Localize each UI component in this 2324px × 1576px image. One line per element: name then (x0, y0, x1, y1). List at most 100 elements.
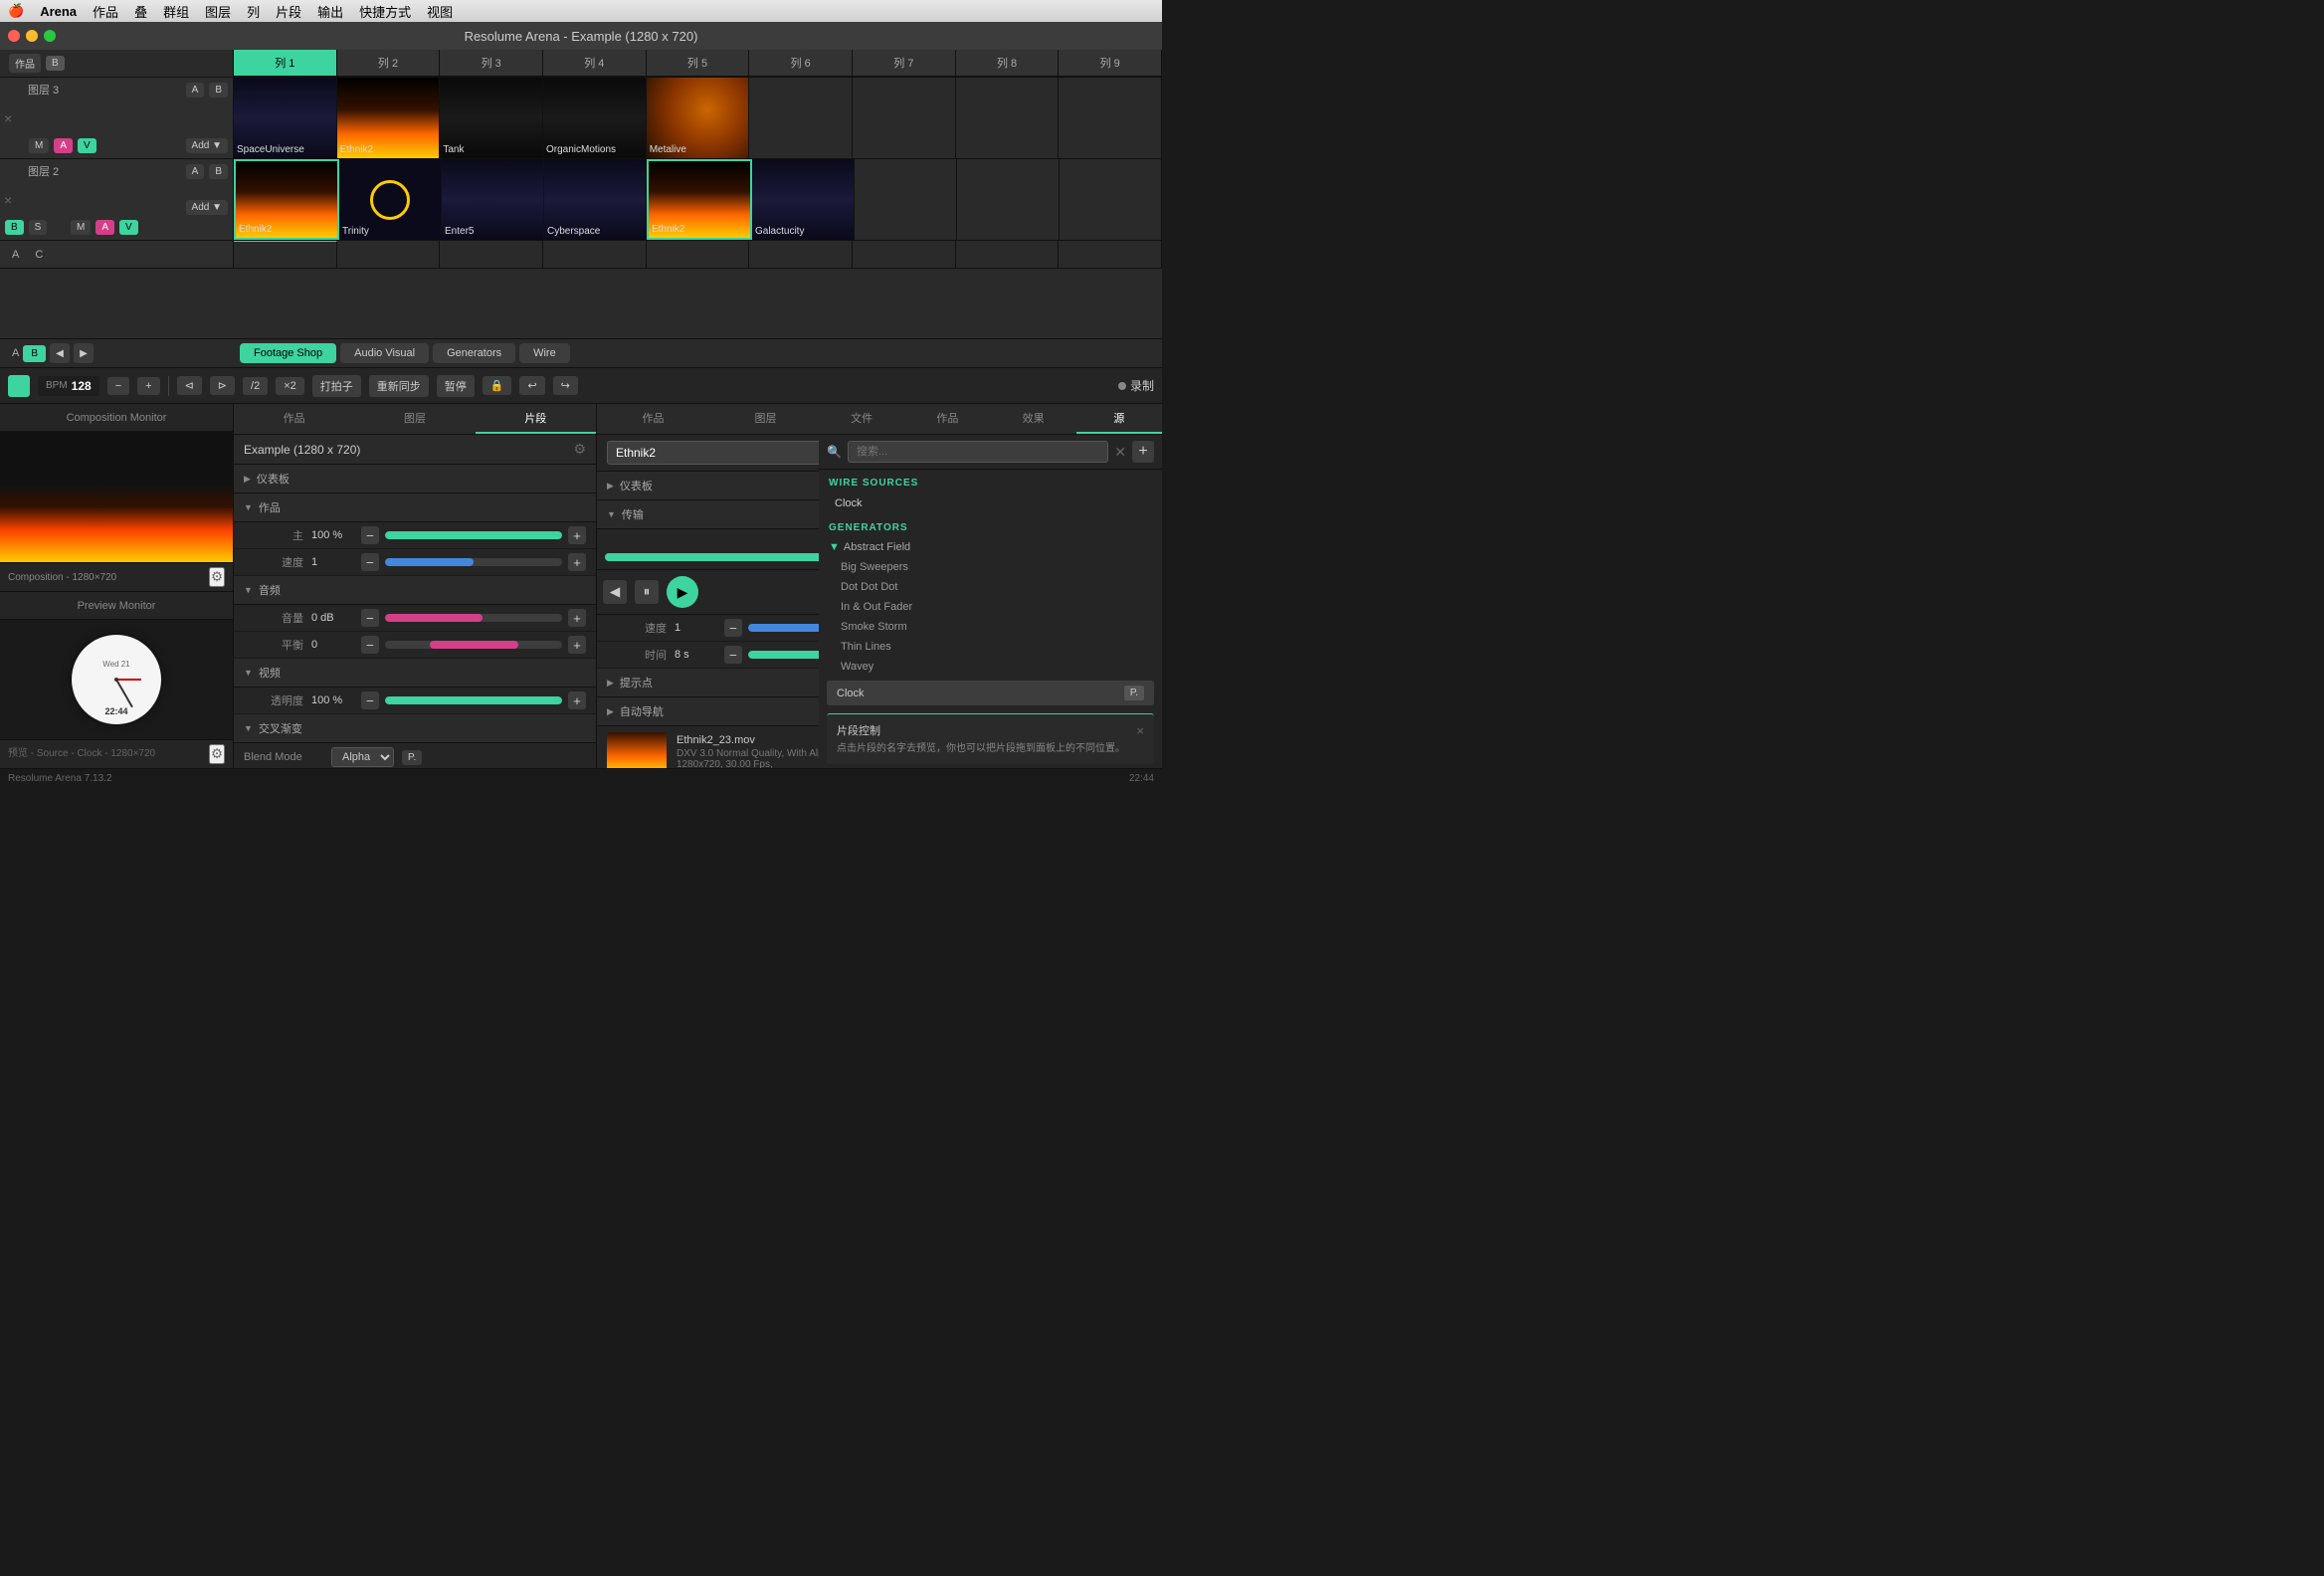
layer-2-clip-5[interactable]: Ethnik2 (647, 159, 752, 240)
opacity-slider[interactable] (385, 696, 562, 704)
audio-section[interactable]: ▼ 音频 (234, 576, 596, 605)
menu-item-view[interactable]: 视图 (427, 2, 453, 21)
layer-3-clip-9[interactable] (1059, 78, 1162, 158)
column-header-5[interactable]: 列 5 (647, 50, 750, 77)
dashboard-section[interactable]: ▶ 仪表板 (234, 465, 596, 493)
layer-3-b[interactable]: B (209, 83, 228, 98)
layer-1-clip-1[interactable] (234, 241, 337, 269)
pb-prev[interactable]: ◀ (603, 580, 627, 604)
pb-play[interactable]: ▶ (667, 576, 698, 608)
right-tab-file[interactable]: 文件 (819, 404, 904, 434)
main-slider[interactable] (385, 531, 562, 539)
lock-btn[interactable]: 🔒 (483, 376, 512, 395)
layer-2-clip-1[interactable]: Ethnik2 (234, 159, 339, 240)
layer-1-clip-4[interactable] (543, 241, 647, 269)
clip-transport-section[interactable]: ▼ 传输 时间线 ▼ (597, 500, 819, 529)
clip-tab-works[interactable]: 作品 (597, 404, 709, 434)
speed-slider[interactable] (385, 558, 562, 566)
layer-3-m[interactable]: M (29, 138, 49, 153)
abstract-field-toggle[interactable]: ▼ Abstract Field (819, 537, 1162, 557)
right-tab-effects[interactable]: 效果 (991, 404, 1076, 434)
layer-3-clip-4[interactable]: OrganicMotions (543, 78, 647, 158)
layer-2-clip-3[interactable]: Enter5 (442, 159, 544, 240)
layer-2-s[interactable]: S (29, 220, 48, 235)
layer-2-clip-9[interactable] (1060, 159, 1162, 240)
menu-item-group[interactable]: 群组 (163, 2, 189, 21)
layer-3-clip-6[interactable] (749, 78, 853, 158)
beat-forward[interactable]: ⊳ (210, 376, 235, 395)
clip-name-input[interactable] (607, 441, 819, 465)
clip-speed-slider[interactable] (748, 624, 819, 632)
bpm-plus[interactable]: + (137, 377, 159, 395)
video-section[interactable]: ▼ 视频 (234, 659, 596, 688)
nav-forward[interactable]: ▶ (74, 343, 94, 363)
tab-wire[interactable]: Wire (519, 343, 570, 363)
layer-2-clip-4-cyber[interactable]: Cyberspace (544, 159, 647, 240)
info-close-btn[interactable]: × (1136, 722, 1144, 738)
gen-wavey[interactable]: Wavey (819, 657, 1162, 677)
clip-speed-minus[interactable]: − (724, 619, 742, 637)
layer-2-add[interactable]: Add ▼ (186, 200, 228, 215)
gen-thin-lines[interactable]: Thin Lines (819, 637, 1162, 657)
layer-3-a[interactable]: A (186, 83, 205, 98)
blend-p-btn[interactable]: P. (402, 750, 422, 765)
nav-back[interactable]: ◀ (50, 343, 70, 363)
clip-time-minus[interactable]: − (724, 646, 742, 664)
menu-item-column[interactable]: 列 (247, 2, 260, 21)
column-header-1[interactable]: 列 1 (234, 50, 337, 77)
layer-2-clip-6[interactable]: Galactucity (752, 159, 855, 240)
right-tab-works[interactable]: 作品 (904, 404, 990, 434)
balance-plus[interactable]: + (568, 636, 586, 654)
clip-dashboard-section[interactable]: ▶ 仪表板 (597, 472, 819, 500)
tab-clips[interactable]: 片段 (476, 404, 596, 434)
layer-1-clip-7[interactable] (853, 241, 956, 269)
gen-dot-dot-dot[interactable]: Dot Dot Dot (819, 577, 1162, 597)
layer-3-clip-8[interactable] (956, 78, 1060, 158)
layer-1-clip-3[interactable] (440, 241, 543, 269)
gen-in-out-fader[interactable]: In & Out Fader (819, 597, 1162, 617)
balance-slider[interactable] (385, 641, 562, 649)
layer-2-b[interactable]: B (209, 164, 228, 179)
clip-tab-layers[interactable]: 图层 (709, 404, 819, 434)
column-header-9[interactable]: 列 9 (1059, 50, 1162, 77)
layer-2-clip-2-trinity[interactable]: Trinity (339, 159, 442, 240)
maximize-button[interactable] (44, 30, 56, 42)
apple-menu[interactable]: 🍎 (8, 3, 24, 19)
search-clear-btn[interactable]: ✕ (1114, 444, 1126, 461)
layer-2-a[interactable]: A (186, 164, 205, 179)
balance-minus[interactable]: − (361, 636, 379, 654)
undo-btn[interactable]: ↩ (519, 376, 544, 395)
speed-minus[interactable]: − (361, 553, 379, 571)
resync[interactable]: 重新同步 (369, 375, 429, 397)
right-tab-sources[interactable]: 源 (1076, 404, 1162, 434)
crossfader-section[interactable]: ▼ 交叉渐变 (234, 714, 596, 743)
menu-item-layer[interactable]: 图层 (205, 2, 231, 21)
b-button[interactable]: B (46, 56, 65, 71)
layer-3-clip-2[interactable]: Ethnik2 (337, 78, 441, 158)
beat-back[interactable]: ⊲ (177, 376, 202, 395)
menu-item-output[interactable]: 输出 (317, 2, 343, 21)
comp-gear-btn[interactable]: ⚙ (573, 441, 586, 458)
menu-item-shortcuts[interactable]: 快捷方式 (359, 2, 411, 21)
menu-item-stack[interactable]: 叠 (134, 2, 147, 21)
layer-3-clip-1[interactable]: SpaceUniverse (234, 78, 337, 158)
blend-select[interactable]: Alpha (331, 747, 394, 767)
layer-3-clip-7[interactable] (853, 78, 956, 158)
column-header-6[interactable]: 列 6 (749, 50, 853, 77)
tab-layers[interactable]: 图层 (354, 404, 475, 434)
column-header-8[interactable]: 列 8 (956, 50, 1060, 77)
double-tempo[interactable]: ×2 (276, 377, 304, 395)
close-button[interactable] (8, 30, 20, 42)
main-plus[interactable]: + (568, 526, 586, 544)
column-header-2[interactable]: 列 2 (337, 50, 441, 77)
tab-audio-visual[interactable]: Audio Visual (340, 343, 429, 363)
auto-pilot-section[interactable]: ▶ 自动导航 (597, 697, 819, 726)
opacity-plus[interactable]: + (568, 691, 586, 709)
tap-beat[interactable]: 打拍子 (312, 375, 361, 397)
clock-source-item[interactable]: Clock (819, 492, 1162, 514)
search-input[interactable] (848, 441, 1108, 463)
tab-works[interactable]: 作品 (234, 404, 354, 434)
layer-2-clip-7[interactable] (855, 159, 957, 240)
layer-2-v[interactable]: V (119, 220, 138, 235)
gen-big-sweepers[interactable]: Big Sweepers (819, 557, 1162, 577)
